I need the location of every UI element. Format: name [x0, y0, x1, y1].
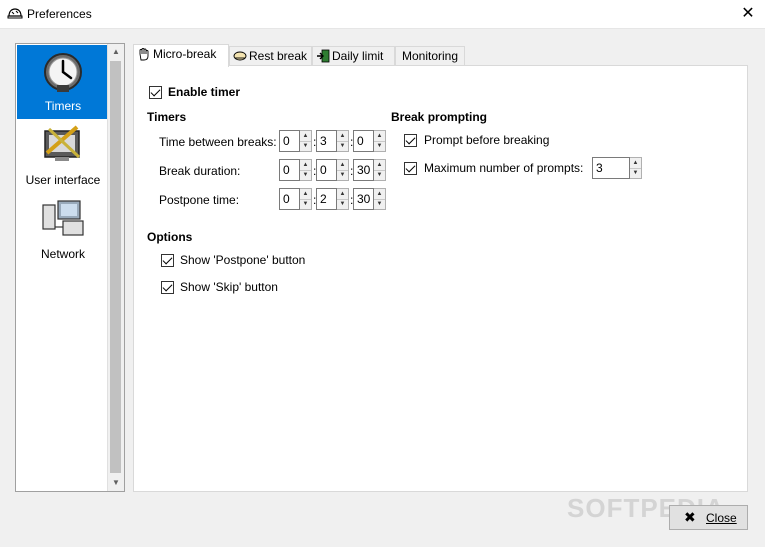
- spin-down-icon[interactable]: ▼: [300, 141, 311, 151]
- show-postpone-checkbox[interactable]: [161, 254, 174, 267]
- sidebar-item-label: Timers: [44, 99, 82, 113]
- tab-monitoring[interactable]: Monitoring: [395, 46, 465, 66]
- sidebar-item-label: User interface: [25, 173, 101, 187]
- sidebar-item-user-interface[interactable]: User interface: [17, 119, 109, 193]
- break-prompting-heading: Break prompting: [391, 110, 488, 124]
- scroll-thumb[interactable]: [110, 61, 121, 473]
- category-sidebar: Timers User interface Network ▲ ▼: [15, 43, 125, 492]
- seconds-field[interactable]: 30: [353, 188, 374, 210]
- hours-field[interactable]: 0: [279, 130, 300, 152]
- tab-micro-break[interactable]: Micro-break: [133, 44, 229, 67]
- show-skip-checkbox[interactable]: [161, 281, 174, 294]
- show-postpone-label: Show 'Postpone' button: [180, 253, 306, 267]
- max-prompts-spinner[interactable]: 3 ▲ ▼: [592, 157, 642, 179]
- scroll-down-arrow-icon[interactable]: ▼: [108, 475, 124, 491]
- sidebar-item-timers[interactable]: Timers: [17, 45, 109, 119]
- minutes-field[interactable]: 2: [316, 188, 337, 210]
- hours-field[interactable]: 0: [279, 159, 300, 181]
- tab-label: Rest break: [249, 49, 308, 63]
- enable-timer-label: Enable timer: [168, 85, 241, 99]
- exit-door-icon: [317, 49, 330, 63]
- close-button[interactable]: ✖ Close: [669, 505, 748, 530]
- clock-icon: [44, 53, 82, 92]
- options-heading: Options: [147, 230, 193, 244]
- seconds-field[interactable]: 30: [353, 159, 374, 181]
- prompt-before-breaking-label: Prompt before breaking: [424, 133, 550, 147]
- show-skip-label: Show 'Skip' button: [180, 280, 278, 294]
- scroll-up-arrow-icon[interactable]: ▲: [108, 44, 124, 60]
- bed-icon: [233, 51, 247, 61]
- minutes-field[interactable]: 3: [316, 130, 337, 152]
- max-prompts-field[interactable]: 3: [592, 157, 630, 179]
- close-button-label: Close: [706, 511, 737, 525]
- timers-heading: Timers: [147, 110, 187, 124]
- sidebar-item-label: Network: [40, 247, 85, 261]
- spin-down-icon[interactable]: ▼: [374, 170, 385, 180]
- prompt-before-breaking-checkbox[interactable]: [404, 134, 417, 147]
- tab-label: Daily limit: [332, 49, 384, 63]
- close-x-icon: ✖: [684, 509, 696, 525]
- monitor-tools-icon: [44, 125, 81, 161]
- hand-icon: [139, 48, 149, 61]
- tab-label: Monitoring: [402, 49, 459, 63]
- enable-timer-checkbox[interactable]: [149, 86, 162, 99]
- spin-down-icon[interactable]: ▼: [300, 199, 311, 209]
- spin-down-icon[interactable]: ▼: [337, 141, 348, 151]
- title-bar: Preferences ✕: [0, 0, 765, 29]
- sidebar-item-network[interactable]: Network: [17, 193, 109, 267]
- max-prompts-checkbox[interactable]: [404, 162, 417, 175]
- tab-label: Micro-break: [153, 47, 217, 61]
- spin-down-icon[interactable]: ▼: [337, 170, 348, 180]
- time-between-breaks-label: Time between breaks:: [159, 135, 277, 149]
- app-icon: [7, 8, 23, 19]
- spin-down-icon[interactable]: ▼: [630, 168, 641, 178]
- spin-down-icon[interactable]: ▼: [374, 141, 385, 151]
- spin-down-icon[interactable]: ▼: [374, 199, 385, 209]
- tab-daily-limit[interactable]: Daily limit: [312, 46, 395, 66]
- close-icon: ✕: [741, 5, 755, 22]
- sidebar-scrollbar[interactable]: ▲ ▼: [107, 44, 124, 491]
- minutes-field[interactable]: 0: [316, 159, 337, 181]
- tab-rest-break[interactable]: Rest break: [229, 46, 312, 66]
- window-title: Preferences: [27, 7, 92, 21]
- hours-field[interactable]: 0: [279, 188, 300, 210]
- micro-break-panel: Enable timer Timers Time between breaks:…: [133, 65, 748, 492]
- postpone-time-label: Postpone time:: [159, 193, 240, 207]
- spin-down-icon[interactable]: ▼: [300, 170, 311, 180]
- max-prompts-label: Maximum number of prompts:: [424, 161, 584, 175]
- spin-down-icon[interactable]: ▼: [337, 199, 348, 209]
- network-computers-icon: [42, 200, 84, 236]
- seconds-field[interactable]: 0: [353, 130, 374, 152]
- window-close-button[interactable]: ✕: [737, 5, 759, 23]
- break-duration-label: Break duration:: [159, 164, 241, 178]
